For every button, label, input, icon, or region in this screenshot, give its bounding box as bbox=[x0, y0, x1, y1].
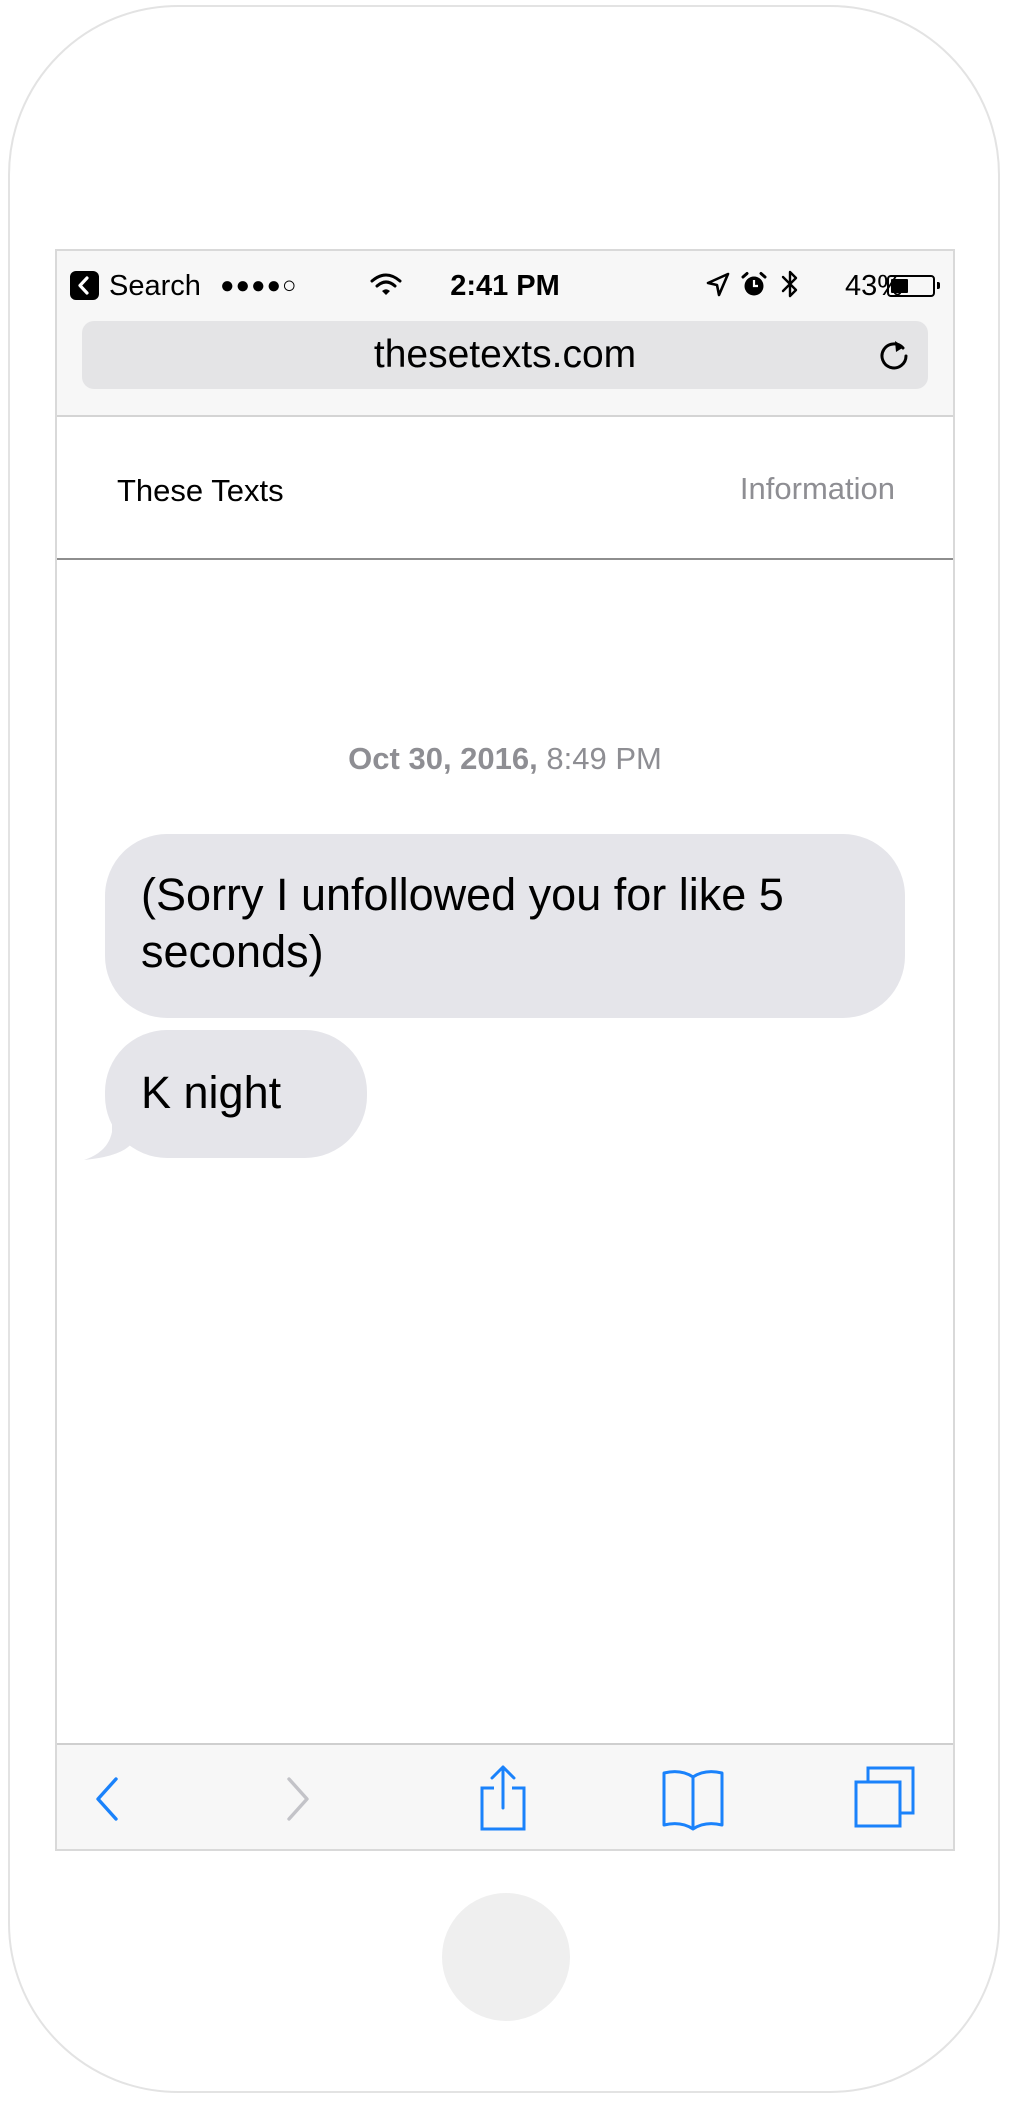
location-arrow-icon bbox=[706, 272, 730, 297]
bluetooth-icon bbox=[781, 270, 798, 298]
site-title[interactable]: These Texts bbox=[117, 473, 284, 509]
timestamp-time: 8:49 PM bbox=[546, 741, 662, 776]
site-header: These Texts Information bbox=[57, 417, 953, 560]
status-time: 2:41 PM bbox=[450, 270, 560, 302]
battery-level-fill bbox=[891, 279, 908, 293]
address-bar[interactable]: thesetexts.com bbox=[82, 321, 928, 389]
message-timestamp: Oct 30, 2016, 8:49 PM bbox=[57, 741, 953, 777]
forward-button[interactable] bbox=[260, 1763, 332, 1835]
battery-icon bbox=[887, 275, 935, 297]
tabs-icon bbox=[854, 1766, 915, 1828]
back-button[interactable] bbox=[73, 1763, 145, 1835]
bookmarks-button[interactable] bbox=[657, 1763, 729, 1835]
message-bubble: K night bbox=[105, 1030, 367, 1158]
chevron-left-icon bbox=[96, 1777, 118, 1821]
bookmarks-icon bbox=[662, 1770, 724, 1831]
reload-icon[interactable] bbox=[876, 337, 912, 373]
status-bar: Search ●●●●○ 2:41 PM 43% bbox=[57, 251, 953, 315]
alarm-clock-icon bbox=[741, 272, 767, 296]
message-bubble: (Sorry I unfollowed you for like 5 secon… bbox=[105, 834, 905, 1018]
tabs-button[interactable] bbox=[851, 1763, 923, 1835]
information-link[interactable]: Information bbox=[740, 471, 895, 507]
home-button[interactable] bbox=[442, 1893, 570, 2021]
timestamp-date: Oct 30, 2016, bbox=[348, 741, 538, 776]
screen: Search ●●●●○ 2:41 PM 43% thesetexts.com bbox=[55, 249, 955, 1851]
share-icon bbox=[480, 1765, 526, 1831]
address-url[interactable]: thesetexts.com bbox=[82, 334, 928, 376]
battery-cap bbox=[937, 282, 940, 289]
browser-toolbar bbox=[57, 1743, 953, 1849]
share-button[interactable] bbox=[467, 1763, 539, 1835]
browser-address-area: thesetexts.com bbox=[57, 315, 953, 417]
chevron-right-icon bbox=[287, 1777, 309, 1821]
